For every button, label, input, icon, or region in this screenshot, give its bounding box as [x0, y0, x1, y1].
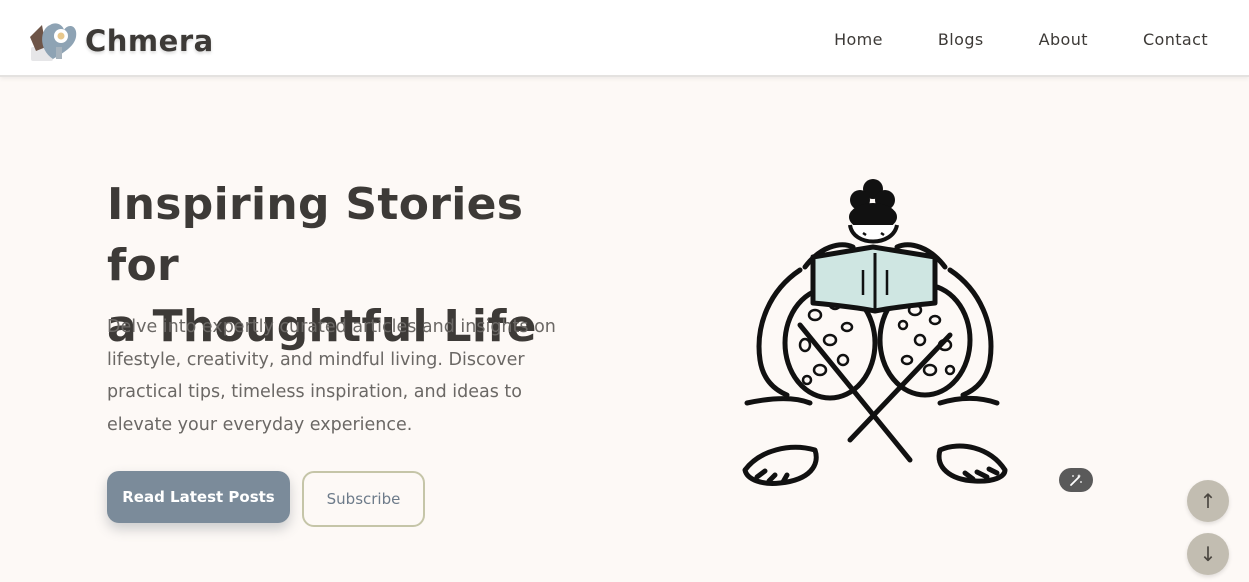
magic-wand-glyph	[1070, 474, 1082, 486]
arrow-down-icon: ↓	[1199, 542, 1217, 566]
navbar: Chmera Home Blogs About Contact	[0, 0, 1249, 77]
scroll-up-button[interactable]: ↑	[1187, 480, 1229, 522]
read-latest-posts-button[interactable]: Read Latest Posts	[107, 471, 290, 523]
nav-link-contact[interactable]: Contact	[1143, 30, 1208, 49]
subscribe-button[interactable]: Subscribe	[302, 471, 425, 527]
hero-description: Delve into expertly curated articles and…	[107, 317, 556, 435]
scroll-down-button[interactable]: ↓	[1187, 533, 1229, 575]
nav-link-home[interactable]: Home	[834, 30, 883, 49]
nav-link-about[interactable]: About	[1039, 30, 1088, 49]
hero-title-line1: Inspiring Stories for	[107, 179, 524, 291]
arrow-up-icon: ↑	[1199, 489, 1217, 513]
brand[interactable]: Chmera	[28, 17, 214, 65]
heart-mascot-icon	[30, 23, 77, 61]
reading-person-illustration	[742, 179, 1008, 486]
magic-wand-icon[interactable]	[1059, 468, 1093, 492]
nav-link-blogs[interactable]: Blogs	[938, 30, 984, 49]
brand-name: Chmera	[85, 24, 214, 58]
main-nav: Home Blogs About Contact	[779, 30, 1208, 49]
